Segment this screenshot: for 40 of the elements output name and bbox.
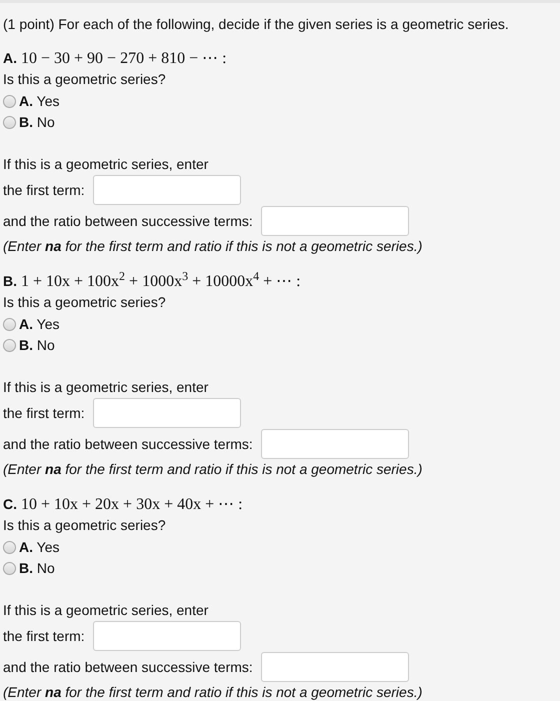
ratio-label: and the ratio between successive terms: xyxy=(3,434,253,454)
choice-label: A. Yes xyxy=(19,315,60,334)
choice-label: B. No xyxy=(19,559,55,578)
prompt-text: If this is a geometric series, enter xyxy=(3,601,210,619)
hint-text: (Enter na for the first term and ratio if this is not a geometric series.) xyxy=(3,237,424,256)
radio-button[interactable] xyxy=(3,541,16,554)
hint-text: (Enter na for the first term and ratio if this is not a geometric series.) xyxy=(3,683,424,701)
first-term-field[interactable] xyxy=(92,621,241,651)
part-label: C. xyxy=(3,495,17,514)
first-term-field[interactable] xyxy=(92,175,241,205)
choice-label: B. No xyxy=(19,113,55,132)
question-text: Is this a geometric series? xyxy=(3,516,167,534)
ratio-field[interactable] xyxy=(260,652,409,682)
question-text: Is this a geometric series? xyxy=(3,293,167,311)
instructions-text: (1 point) For each of the following, decide if the given series is a geometric series. xyxy=(3,15,510,33)
ratio-field[interactable] xyxy=(260,206,409,236)
series-expression: 1 + 10x + 100x$^{2}$ + 1000x$^{3}$ + 10000x$^{4}$ + ⋯ : xyxy=(21,271,301,292)
first-term-label: the first term: xyxy=(3,626,85,646)
radio-button[interactable] xyxy=(3,95,16,108)
part-label: B. xyxy=(3,272,17,291)
first-term-label: the first term: xyxy=(3,180,85,200)
radio-button[interactable] xyxy=(3,116,16,129)
prompt-text: If this is a geometric series, enter xyxy=(3,378,210,396)
ratio-label: and the ratio between successive terms: xyxy=(3,212,253,230)
radio-button[interactable] xyxy=(3,562,16,575)
first-term-label: the first term: xyxy=(3,404,85,422)
first-term-field[interactable] xyxy=(92,398,241,428)
choice-label: A. Yes xyxy=(19,538,60,557)
part-label: A. xyxy=(3,49,17,68)
choice-label: B. No xyxy=(19,336,55,355)
radio-button[interactable] xyxy=(3,339,16,352)
question-text: Is this a geometric series? xyxy=(3,70,167,88)
series-expression: 10 − 30 + 90 − 270 + 810 − ⋯ : xyxy=(21,49,227,69)
choice-label: A. Yes xyxy=(19,92,60,111)
prompt-text: If this is a geometric series, enter xyxy=(3,155,210,173)
hint-text: (Enter na for the first term and ratio if this is not a geometric series.) xyxy=(3,460,424,479)
series-expression: 10 + 10x + 20x + 30x + 40x + ⋯ : xyxy=(21,495,243,515)
radio-button[interactable] xyxy=(3,318,16,331)
ratio-label: and the ratio between successive terms: xyxy=(3,658,253,676)
ratio-field[interactable] xyxy=(260,429,409,459)
